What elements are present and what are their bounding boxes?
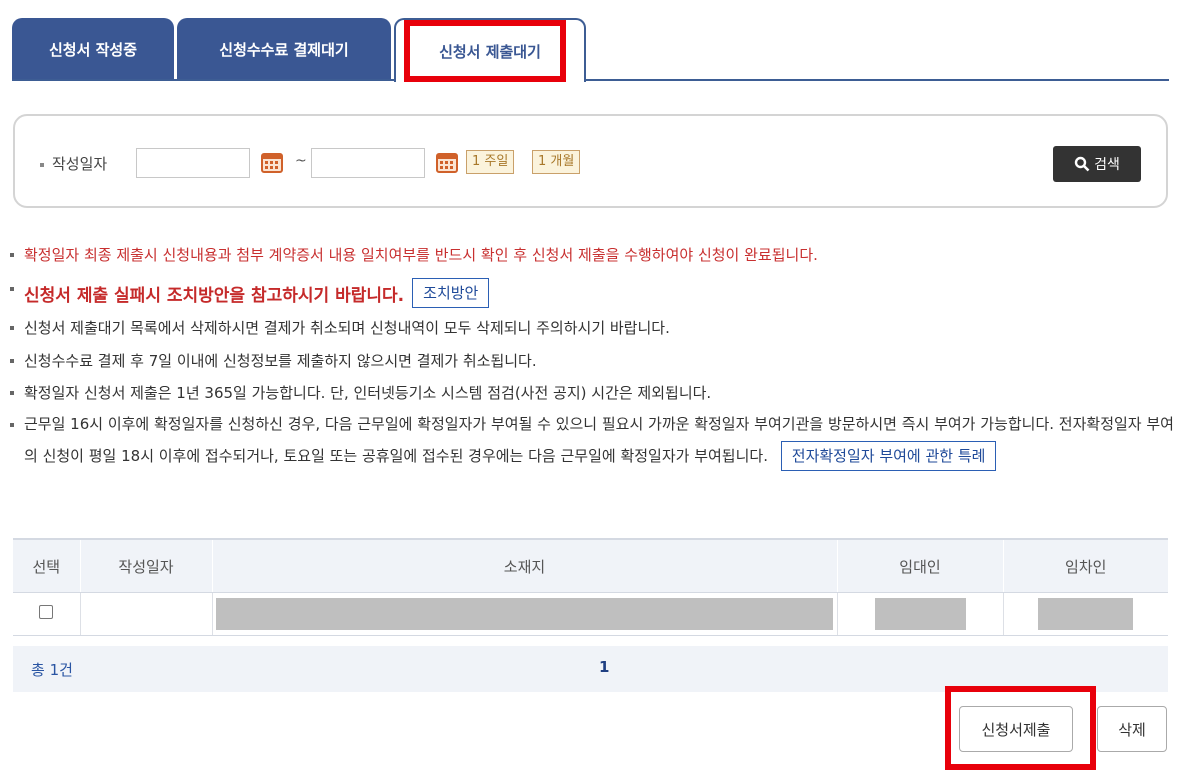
tab-drafting[interactable]: 신청서 작성중 bbox=[12, 18, 174, 80]
bullet-icon bbox=[10, 423, 14, 427]
select-cell bbox=[13, 592, 80, 636]
column-header: 소재지 bbox=[211, 538, 837, 593]
bullet-icon bbox=[10, 253, 14, 257]
tab-fee-payment-pending[interactable]: 신청수수료 결제대기 bbox=[177, 18, 391, 80]
row-checkbox[interactable] bbox=[39, 605, 54, 619]
tab-baseline bbox=[12, 79, 1169, 81]
total-count: 총 1건 bbox=[31, 661, 73, 679]
period-1week-button[interactable]: 1 주일 bbox=[466, 150, 515, 174]
delete-button[interactable]: 삭제 bbox=[1097, 706, 1167, 752]
redacted-lessee bbox=[1038, 598, 1134, 630]
notice-item: 신청서 제출 실패시 조치방안을 참고하시기 바랍니다. 조치방안 bbox=[8, 278, 490, 308]
bullet-icon bbox=[40, 162, 44, 167]
date-filter-label-text: 작성일자 bbox=[52, 155, 108, 173]
notice-item: 확정일자 최종 제출시 신청내용과 첨부 계약증서 내용 일치여부를 반드시 확… bbox=[8, 244, 818, 265]
range-separator: ~ bbox=[295, 153, 307, 169]
pagination-bar: 총 1건 1 bbox=[13, 646, 1168, 692]
table-row bbox=[13, 592, 1168, 636]
date-from-input[interactable] bbox=[136, 148, 250, 178]
notice-item: 확정일자 신청서 제출은 1년 365일 가능합니다. 단, 인터넷등기소 시스… bbox=[8, 382, 711, 403]
notice-text: 확정일자 최종 제출시 신청내용과 첨부 계약증서 내용 일치여부를 반드시 확… bbox=[24, 246, 818, 264]
notice-text: 확정일자 신청서 제출은 1년 365일 가능합니다. 단, 인터넷등기소 시스… bbox=[24, 384, 712, 402]
column-header: 선택 bbox=[13, 538, 80, 593]
calendar-icon[interactable] bbox=[436, 151, 458, 173]
special-provision-button[interactable]: 전자확정일자 부여에 관한 특례 bbox=[780, 441, 997, 471]
tab-submission-pending[interactable]: 신청서 제출대기 bbox=[394, 18, 586, 82]
notice-item: 신청수수료 결제 후 7일 이내에 신청정보를 제출하지 않으시면 결제가 취소… bbox=[8, 350, 537, 371]
notice-item: 신청서 제출대기 목록에서 삭제하시면 결제가 취소되며 신청내역이 모두 삭제… bbox=[8, 317, 670, 338]
bullet-icon bbox=[10, 391, 14, 395]
lessor-cell bbox=[836, 592, 1003, 636]
redacted-address bbox=[216, 598, 833, 630]
notice-text: 근무일 16시 이후에 확정일자를 신청하신 경우, 다음 근무일에 확정일자가… bbox=[24, 415, 1174, 465]
date-filter-label: 작성일자 bbox=[40, 153, 107, 174]
column-header: 작성일자 bbox=[79, 538, 212, 593]
bullet-icon bbox=[10, 287, 14, 291]
date-to-input[interactable] bbox=[311, 148, 425, 178]
date-cell bbox=[79, 592, 212, 636]
period-1month-button[interactable]: 1 개월 bbox=[532, 150, 581, 174]
search-button[interactable]: 검색 bbox=[1053, 146, 1141, 182]
redacted-lessor bbox=[874, 598, 966, 630]
submit-application-button[interactable]: 신청서제출 bbox=[959, 706, 1073, 752]
bullet-icon bbox=[10, 359, 14, 363]
notice-text-emphasis: 신청서 제출 실패시 조치방안을 참고하시기 바랍니다. bbox=[24, 286, 405, 306]
tab-bar: 신청서 작성중 신청수수료 결제대기 신청서 제출대기 bbox=[12, 18, 1169, 82]
notice-item: 근무일 16시 이후에 확정일자를 신청하신 경우, 다음 근무일에 확정일자가… bbox=[8, 408, 1174, 472]
notice-text: 신청수수료 결제 후 7일 이내에 신청정보를 제출하지 않으시면 결제가 취소… bbox=[24, 352, 537, 370]
address-cell bbox=[211, 592, 837, 636]
calendar-icon[interactable] bbox=[261, 151, 283, 173]
search-panel: 작성일자 ~ 1 주일 1 개월 검색 bbox=[13, 114, 1168, 208]
remedy-button[interactable]: 조치방안 bbox=[412, 278, 490, 308]
column-header: 임대인 bbox=[836, 538, 1003, 593]
notice-text-block: 근무일 16시 이후에 확정일자를 신청하신 경우, 다음 근무일에 확정일자가… bbox=[24, 408, 1174, 472]
column-header: 임차인 bbox=[1002, 538, 1168, 593]
lessee-cell bbox=[1002, 592, 1168, 636]
notice-text: 신청서 제출대기 목록에서 삭제하시면 결제가 취소되며 신청내역이 모두 삭제… bbox=[24, 319, 670, 337]
search-button-label: 검색 bbox=[1094, 157, 1120, 173]
search-icon bbox=[1074, 156, 1090, 172]
page-number-current[interactable]: 1 bbox=[599, 658, 609, 676]
application-table: 선택 작성일자 소재지 임대인 임차인 bbox=[13, 538, 1168, 636]
bullet-icon bbox=[10, 326, 14, 330]
table-header-row: 선택 작성일자 소재지 임대인 임차인 bbox=[13, 538, 1168, 593]
